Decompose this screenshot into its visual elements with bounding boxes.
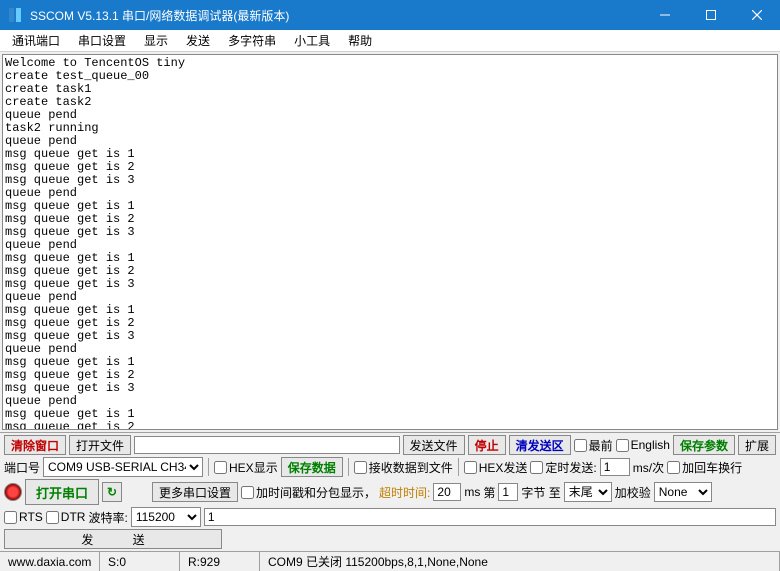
expand-button[interactable]: 扩展 (738, 435, 776, 455)
titlebar: SSCOM V5.13.1 串口/网络数据调试器(最新版本) (0, 0, 780, 30)
control-panel: 清除窗口 打开文件 发送文件 停止 清发送区 最前 English 保存参数 扩… (0, 432, 780, 551)
clear-send-button[interactable]: 清发送区 (509, 435, 571, 455)
recv-to-file-checkbox[interactable]: 接收数据到文件 (354, 459, 453, 476)
clear-window-button[interactable]: 清除窗口 (4, 435, 66, 455)
panel-row-3: 打开串口 ↻ 更多串口设置 加时间戳和分包显示， 超时时间: ms 第 字节 至… (4, 479, 776, 505)
port-select[interactable]: COM9 USB-SERIAL CH340 (43, 457, 203, 477)
file-path-input[interactable] (134, 436, 400, 454)
panel-row-1: 清除窗口 打开文件 发送文件 停止 清发送区 最前 English 保存参数 扩… (4, 435, 776, 455)
dtr-checkbox[interactable]: DTR (46, 510, 86, 524)
timeout-input[interactable] (433, 483, 461, 501)
crlf-checkbox[interactable]: 加回车换行 (667, 459, 742, 476)
baud-select[interactable]: 115200 (131, 507, 201, 527)
panel-row-4: RTS DTR 波特率: 115200 (4, 507, 776, 527)
menubar: 通讯端口 串口设置 显示 发送 多字符串 小工具 帮助 (0, 30, 780, 52)
save-data-button[interactable]: 保存数据 (281, 457, 343, 477)
port-label: 端口号 (4, 459, 40, 476)
menu-tools[interactable]: 小工具 (286, 30, 338, 51)
record-button[interactable] (4, 483, 22, 501)
ms-label: ms (464, 485, 480, 499)
timeout-label: 超时时间: (379, 484, 430, 501)
ms-per-label: ms/次 (633, 459, 664, 476)
titlebar-text: SSCOM V5.13.1 串口/网络数据调试器(最新版本) (30, 7, 642, 24)
more-settings-button[interactable]: 更多串口设置 (152, 482, 238, 502)
save-params-button[interactable]: 保存参数 (673, 435, 735, 455)
terminal-output[interactable]: Welcome to TencentOS tiny create test_qu… (2, 54, 778, 430)
baud-label: 波特率: (88, 509, 127, 526)
end-select[interactable]: 末尾 (564, 482, 612, 502)
english-checkbox[interactable]: English (616, 438, 670, 452)
menu-comm-port[interactable]: 通讯端口 (4, 30, 68, 51)
status-url[interactable]: www.daxia.com (0, 552, 100, 571)
status-recv: R:929 (180, 552, 260, 571)
bytes-to-label: 字节 至 (521, 484, 560, 501)
interval-input[interactable] (600, 458, 630, 476)
menu-multistring[interactable]: 多字符串 (220, 30, 284, 51)
hex-display-checkbox[interactable]: HEX显示 (214, 459, 278, 476)
minimize-button[interactable] (642, 0, 688, 30)
send-input[interactable] (204, 508, 776, 526)
timestamp-checkbox[interactable]: 加时间戳和分包显示， (241, 484, 376, 501)
send-file-button[interactable]: 发送文件 (403, 435, 465, 455)
timed-send-checkbox[interactable]: 定时发送: (530, 459, 596, 476)
hex-send-checkbox[interactable]: HEX发送 (464, 459, 528, 476)
stop-button[interactable]: 停止 (468, 435, 506, 455)
maximize-button[interactable] (688, 0, 734, 30)
nth-input[interactable] (498, 483, 518, 501)
send-button[interactable]: 发 送 (4, 529, 222, 549)
topmost-checkbox[interactable]: 最前 (574, 437, 613, 454)
menu-serial-settings[interactable]: 串口设置 (70, 30, 134, 51)
open-file-button[interactable]: 打开文件 (69, 435, 131, 455)
nth-label: 第 (483, 484, 495, 501)
panel-row-2: 端口号 COM9 USB-SERIAL CH340 HEX显示 保存数据 接收数… (4, 457, 776, 477)
app-icon (6, 6, 24, 24)
check-select[interactable]: None (654, 482, 712, 502)
panel-row-5: 发 送 (4, 529, 776, 549)
close-button[interactable] (734, 0, 780, 30)
rts-checkbox[interactable]: RTS (4, 510, 43, 524)
statusbar: www.daxia.com S:0 R:929 COM9 已关闭 115200b… (0, 551, 780, 571)
add-check-label: 加校验 (615, 484, 651, 501)
menu-help[interactable]: 帮助 (340, 30, 380, 51)
menu-display[interactable]: 显示 (136, 30, 176, 51)
status-sent: S:0 (100, 552, 180, 571)
open-port-button[interactable]: 打开串口 (25, 479, 99, 505)
status-conn: COM9 已关闭 115200bps,8,1,None,None (260, 552, 780, 571)
menu-send[interactable]: 发送 (178, 30, 218, 51)
refresh-button[interactable]: ↻ (102, 482, 122, 502)
